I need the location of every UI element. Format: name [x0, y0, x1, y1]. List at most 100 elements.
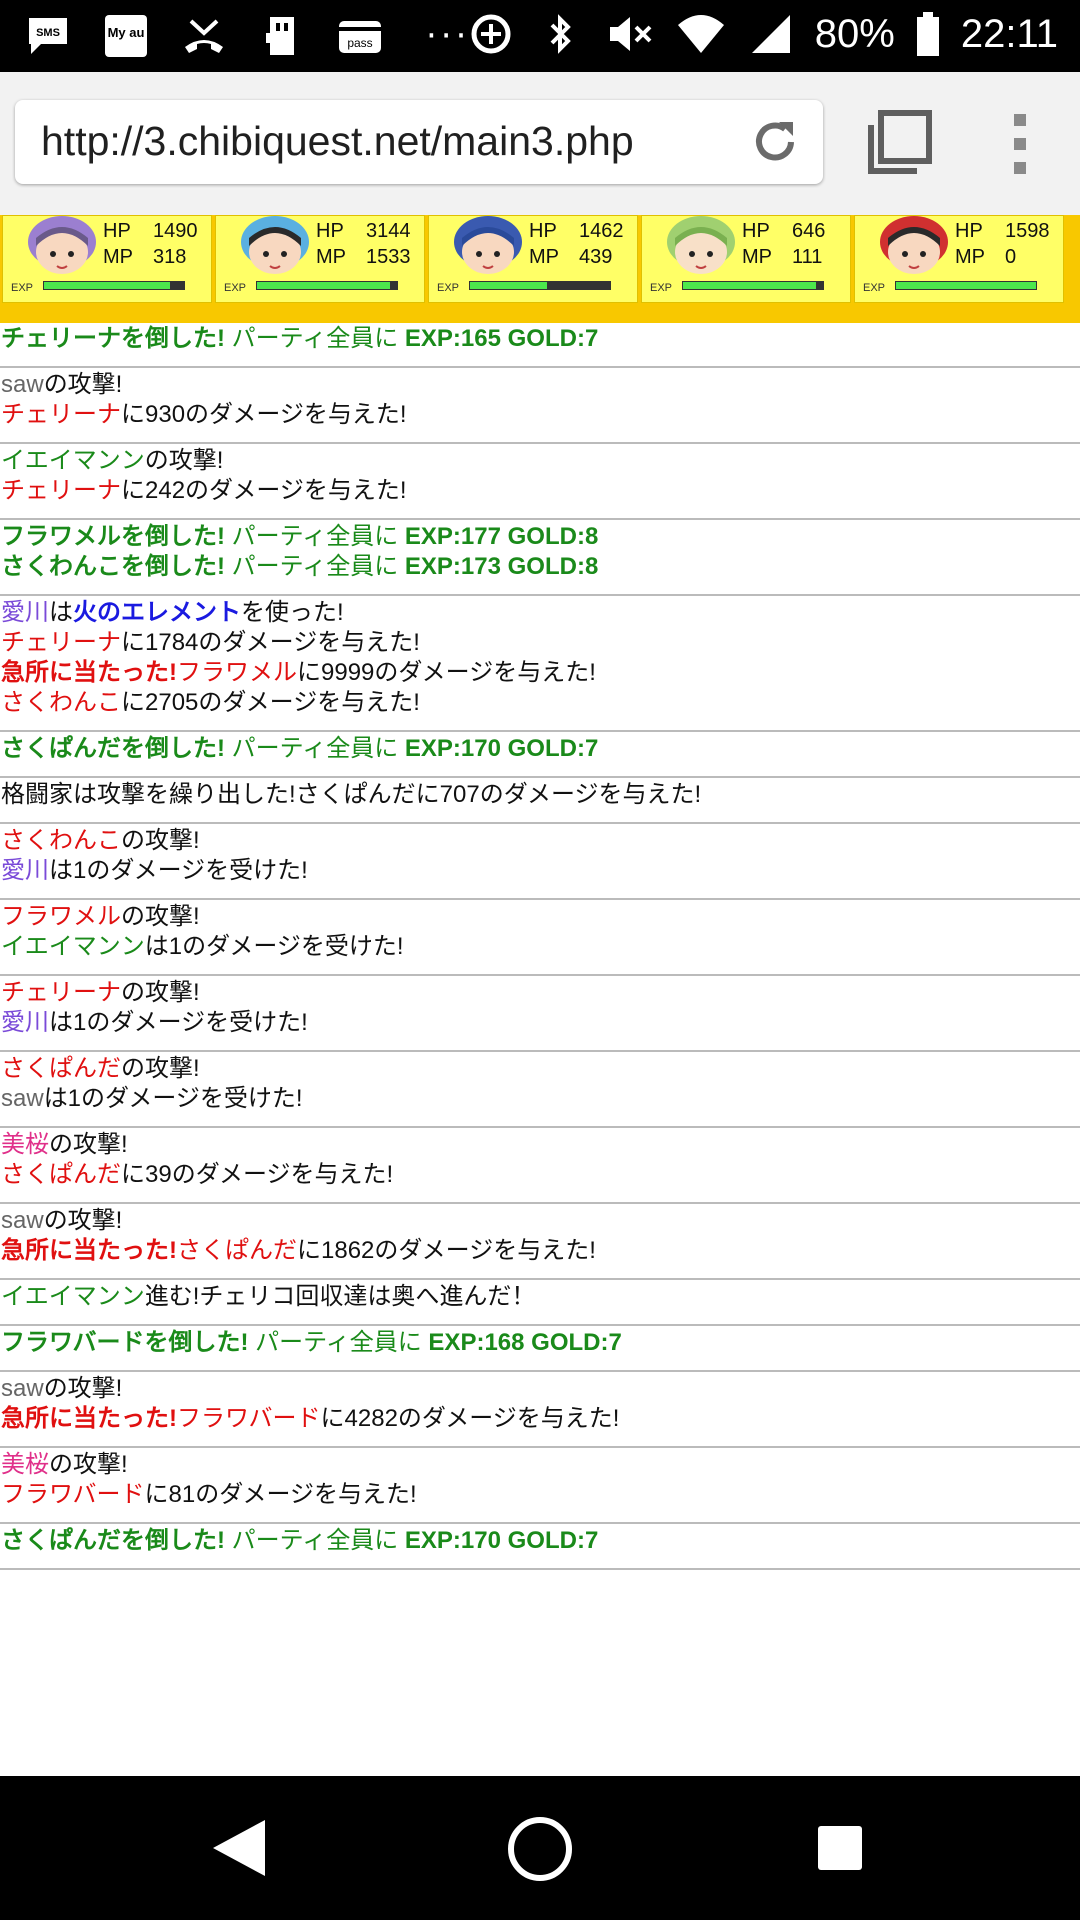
log-line: 急所に当たった!フラワバードに4282のダメージを与えた! — [0, 1404, 1080, 1434]
url-bar[interactable]: http://3.chibiquest.net/main3.php — [15, 100, 823, 184]
hp-label: HP — [529, 220, 557, 242]
log-text: フラワバード — [1, 1481, 145, 1508]
log-text: 美桜 — [1, 1451, 49, 1478]
log-line: フラワバードに81のダメージを与えた! — [0, 1480, 1080, 1510]
character-avatar — [230, 216, 320, 284]
log-text: は1のダメージを受けた! — [49, 857, 308, 884]
mp-label: MP — [316, 246, 346, 268]
log-text: に81のダメージを与えた! — [144, 1481, 417, 1508]
log-line: さくわんこに2705のダメージを与えた! — [0, 688, 1080, 718]
log-line: フラワメルの攻撃! — [0, 902, 1080, 932]
log-text: イエイマンン — [1, 1283, 145, 1310]
bluetooth-icon — [535, 8, 587, 60]
log-line: チェリーナに242のダメージを与えた! — [0, 476, 1080, 506]
log-text: さくぱんだを倒した! — [1, 1527, 225, 1554]
log-text: は1のダメージを受けた! — [43, 1085, 303, 1112]
recents-icon[interactable] — [816, 1824, 864, 1872]
party-member-card[interactable]: HP 1462 MP 439 EXP — [428, 215, 638, 303]
mp-label: MP — [955, 246, 985, 268]
party-member-card[interactable]: HP 3144 MP 1533 EXP — [215, 215, 425, 303]
log-line: イエイマンンは1のダメージを受けた! — [0, 932, 1080, 962]
battery-percent: 80% — [814, 11, 895, 56]
log-text: は — [49, 599, 73, 626]
log-entry: チェリーナの攻撃! 愛川は1のダメージを受けた! — [0, 976, 1080, 1052]
log-entry: イエイマンンの攻撃! チェリーナに242のダメージを与えた! — [0, 444, 1080, 520]
log-entry: 美桜の攻撃! フラワバードに81のダメージを与えた! — [0, 1448, 1080, 1524]
home-icon[interactable] — [505, 1814, 575, 1884]
hp-label: HP — [316, 220, 344, 242]
log-line: 急所に当たった!フラワメルに9999のダメージを与えた! — [0, 658, 1080, 688]
log-line: さくぱんだに39のダメージを与えた! — [0, 1160, 1080, 1190]
log-text: saw — [1, 1375, 44, 1402]
mp-value: 318 — [153, 246, 187, 268]
log-entry: フラワメルの攻撃! イエイマンンは1のダメージを受けた! — [0, 900, 1080, 976]
system-icons: 80% 22:11 — [465, 8, 1058, 60]
exp-label: EXP — [11, 282, 34, 294]
log-text: チェリーナ — [1, 477, 121, 504]
log-text: チェリーナ — [1, 401, 121, 428]
log-text: の攻撃! — [49, 1131, 128, 1158]
log-entry: さくぱんだを倒した! パーティ全員に EXP:170 GOLD:7 — [0, 732, 1080, 778]
log-text: フラワメル — [1, 903, 121, 930]
log-line: チェリーナの攻撃! — [0, 978, 1080, 1008]
mp-value: 439 — [579, 246, 613, 268]
mp-label: MP — [742, 246, 772, 268]
log-text: 格闘家は攻撃を繰り出した!さくぱんだに707のダメージを与えた! — [1, 781, 702, 808]
log-text: 火のエレメント — [73, 599, 241, 626]
exp-bar — [682, 281, 824, 290]
log-text: の攻撃! — [43, 371, 123, 398]
exp-label: EXP — [437, 282, 460, 294]
log-entry: フラワバードを倒した! パーティ全員に EXP:168 GOLD:7 — [0, 1326, 1080, 1372]
party-member-card[interactable]: HP 1490 MP 318 EXP — [2, 215, 212, 303]
hp-value: 1490 — [153, 220, 198, 242]
log-text: イエイマンン — [1, 933, 145, 960]
party-member-card[interactable]: HP 1598 MP 0 EXP — [854, 215, 1064, 303]
log-text: パーティ全員に — [225, 553, 405, 580]
log-text: saw — [1, 371, 44, 398]
svg-text:pass: pass — [347, 36, 372, 50]
log-text: さくぱんだを倒した! — [1, 735, 225, 762]
log-text: EXP:168 GOLD:7 — [428, 1329, 622, 1356]
exp-bar-fill — [257, 282, 390, 289]
party-status-bar: HP 1490 MP 318 EXP HP 3144 MP 1533 EXP HP 1462 MP 4… — [0, 215, 1080, 323]
log-line: 愛川は1のダメージを受けた! — [0, 856, 1080, 886]
log-entry: チェリーナを倒した! パーティ全員に EXP:165 GOLD:7 — [0, 322, 1080, 368]
log-text: の攻撃! — [121, 903, 200, 930]
log-text: さくわんこを倒した! — [1, 553, 225, 580]
log-entry: sawの攻撃! 急所に当たった!フラワバードに4282のダメージを与えた! — [0, 1372, 1080, 1448]
exp-label: EXP — [224, 282, 247, 294]
party-member-card[interactable]: HP 646 MP 111 EXP — [641, 215, 851, 303]
sms-icon: SMS — [22, 10, 74, 62]
exp-bar-fill — [896, 282, 1036, 289]
log-text: パーティ全員に — [225, 523, 405, 550]
url-text[interactable]: http://3.chibiquest.net/main3.php — [41, 118, 634, 165]
log-text: に930のダメージを与えた! — [121, 401, 407, 428]
log-text: EXP:170 GOLD:7 — [404, 1527, 599, 1554]
log-text: 美桜 — [1, 1131, 49, 1158]
log-line: 美桜の攻撃! — [0, 1450, 1080, 1480]
exp-bar-fill — [44, 282, 170, 289]
log-line: 愛川は1のダメージを受けた! — [0, 1008, 1080, 1038]
back-icon[interactable] — [205, 1816, 269, 1880]
log-text: 愛川 — [1, 857, 49, 884]
tab-switcher-icon[interactable] — [865, 107, 935, 177]
hp-value: 1462 — [579, 220, 624, 242]
log-entry: イエイマンン進む!チェリコ回収達は奥へ進んだ！ — [0, 1280, 1080, 1326]
log-line: フラワメルを倒した! パーティ全員に EXP:177 GOLD:8 — [0, 522, 1080, 552]
log-line: 格闘家は攻撃を繰り出した!さくぱんだに707のダメージを与えた! — [0, 780, 1080, 810]
log-line: チェリーナに1784のダメージを与えた! — [0, 628, 1080, 658]
overflow-menu-icon[interactable] — [1005, 112, 1035, 176]
log-text: パーティ全員に — [225, 325, 405, 352]
exp-bar-fill — [470, 282, 547, 289]
log-text: EXP:173 GOLD:8 — [404, 553, 599, 580]
mp-label: MP — [103, 246, 133, 268]
missed-call-icon — [178, 10, 230, 62]
log-text: 急所に当たった! — [1, 1405, 177, 1432]
exp-bar — [43, 281, 185, 290]
reload-icon[interactable] — [747, 114, 803, 170]
log-text: EXP:170 GOLD:7 — [404, 735, 599, 762]
character-avatar — [869, 216, 959, 284]
log-line: さくぱんだを倒した! パーティ全員に EXP:170 GOLD:7 — [0, 1526, 1080, 1556]
log-entry: さくぱんだの攻撃! sawは1のダメージを受けた! — [0, 1052, 1080, 1128]
log-text: チェリーナ — [1, 979, 121, 1006]
